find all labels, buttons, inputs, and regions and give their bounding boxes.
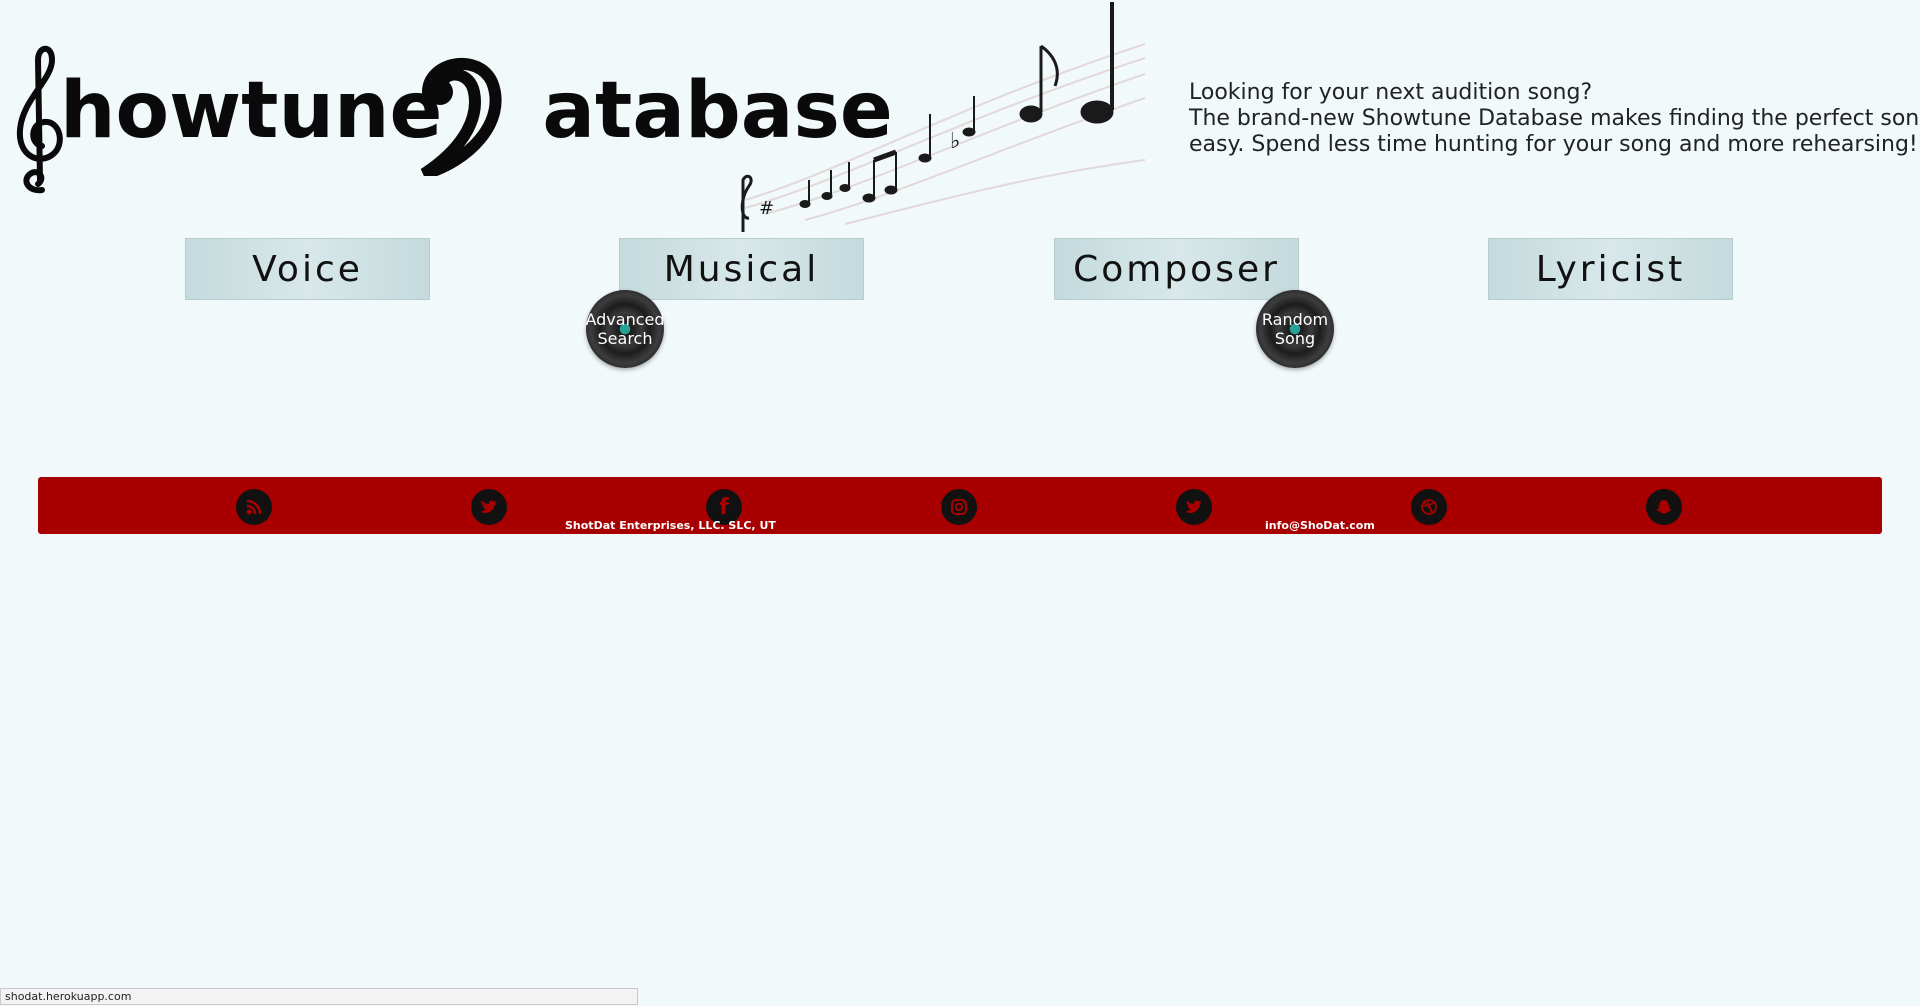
bass-clef-icon xyxy=(420,58,502,176)
tagline-line-3: easy. Spend less time hunting for your s… xyxy=(1189,132,1918,157)
treble-clef-icon xyxy=(16,45,63,194)
logo-word-showtune: howtune xyxy=(60,66,443,156)
composer-button[interactable]: Composer xyxy=(1054,238,1299,300)
browser-status-bar: shodat.herokuapp.com xyxy=(0,988,638,1005)
random-song-label-line1: Random xyxy=(1261,310,1329,329)
random-song-button[interactable]: Random Song xyxy=(1256,290,1334,368)
snapchat-icon[interactable] xyxy=(1646,489,1682,525)
twitter-icon[interactable] xyxy=(1176,489,1212,525)
footer-bar: f ShotDat Enterprises, LLC. SLC, UT info… xyxy=(38,477,1882,534)
advanced-search-button[interactable]: Advanced Search xyxy=(585,290,665,368)
tagline-line-1: Looking for your next audition song? xyxy=(1189,80,1593,105)
footer-email-link[interactable]: info@ShoDat.com xyxy=(1265,519,1375,532)
twitter-icon[interactable] xyxy=(471,489,507,525)
music-notes-illustration: # ♭ xyxy=(740,2,1145,232)
footer-company: ShotDat Enterprises, LLC. SLC, UT xyxy=(565,519,776,532)
instagram-icon[interactable] xyxy=(941,489,977,525)
advanced-search-label-line1: Advanced xyxy=(585,310,665,329)
random-song-label-line2: Song xyxy=(1274,329,1316,348)
tagline-line-2: The brand-new Showtune Database makes fi… xyxy=(1189,106,1920,131)
lyricist-button[interactable]: Lyricist xyxy=(1488,238,1733,300)
rss-icon[interactable] xyxy=(236,489,272,525)
musical-button[interactable]: Musical xyxy=(619,238,864,300)
site-tagline: Looking for your next audition song? The… xyxy=(1189,80,1920,158)
dribbble-icon[interactable] xyxy=(1411,489,1447,525)
voice-button[interactable]: Voice xyxy=(185,238,430,300)
svg-text:♭: ♭ xyxy=(950,129,960,154)
svg-text:#: # xyxy=(759,198,774,219)
advanced-search-label-line2: Search xyxy=(597,329,653,348)
